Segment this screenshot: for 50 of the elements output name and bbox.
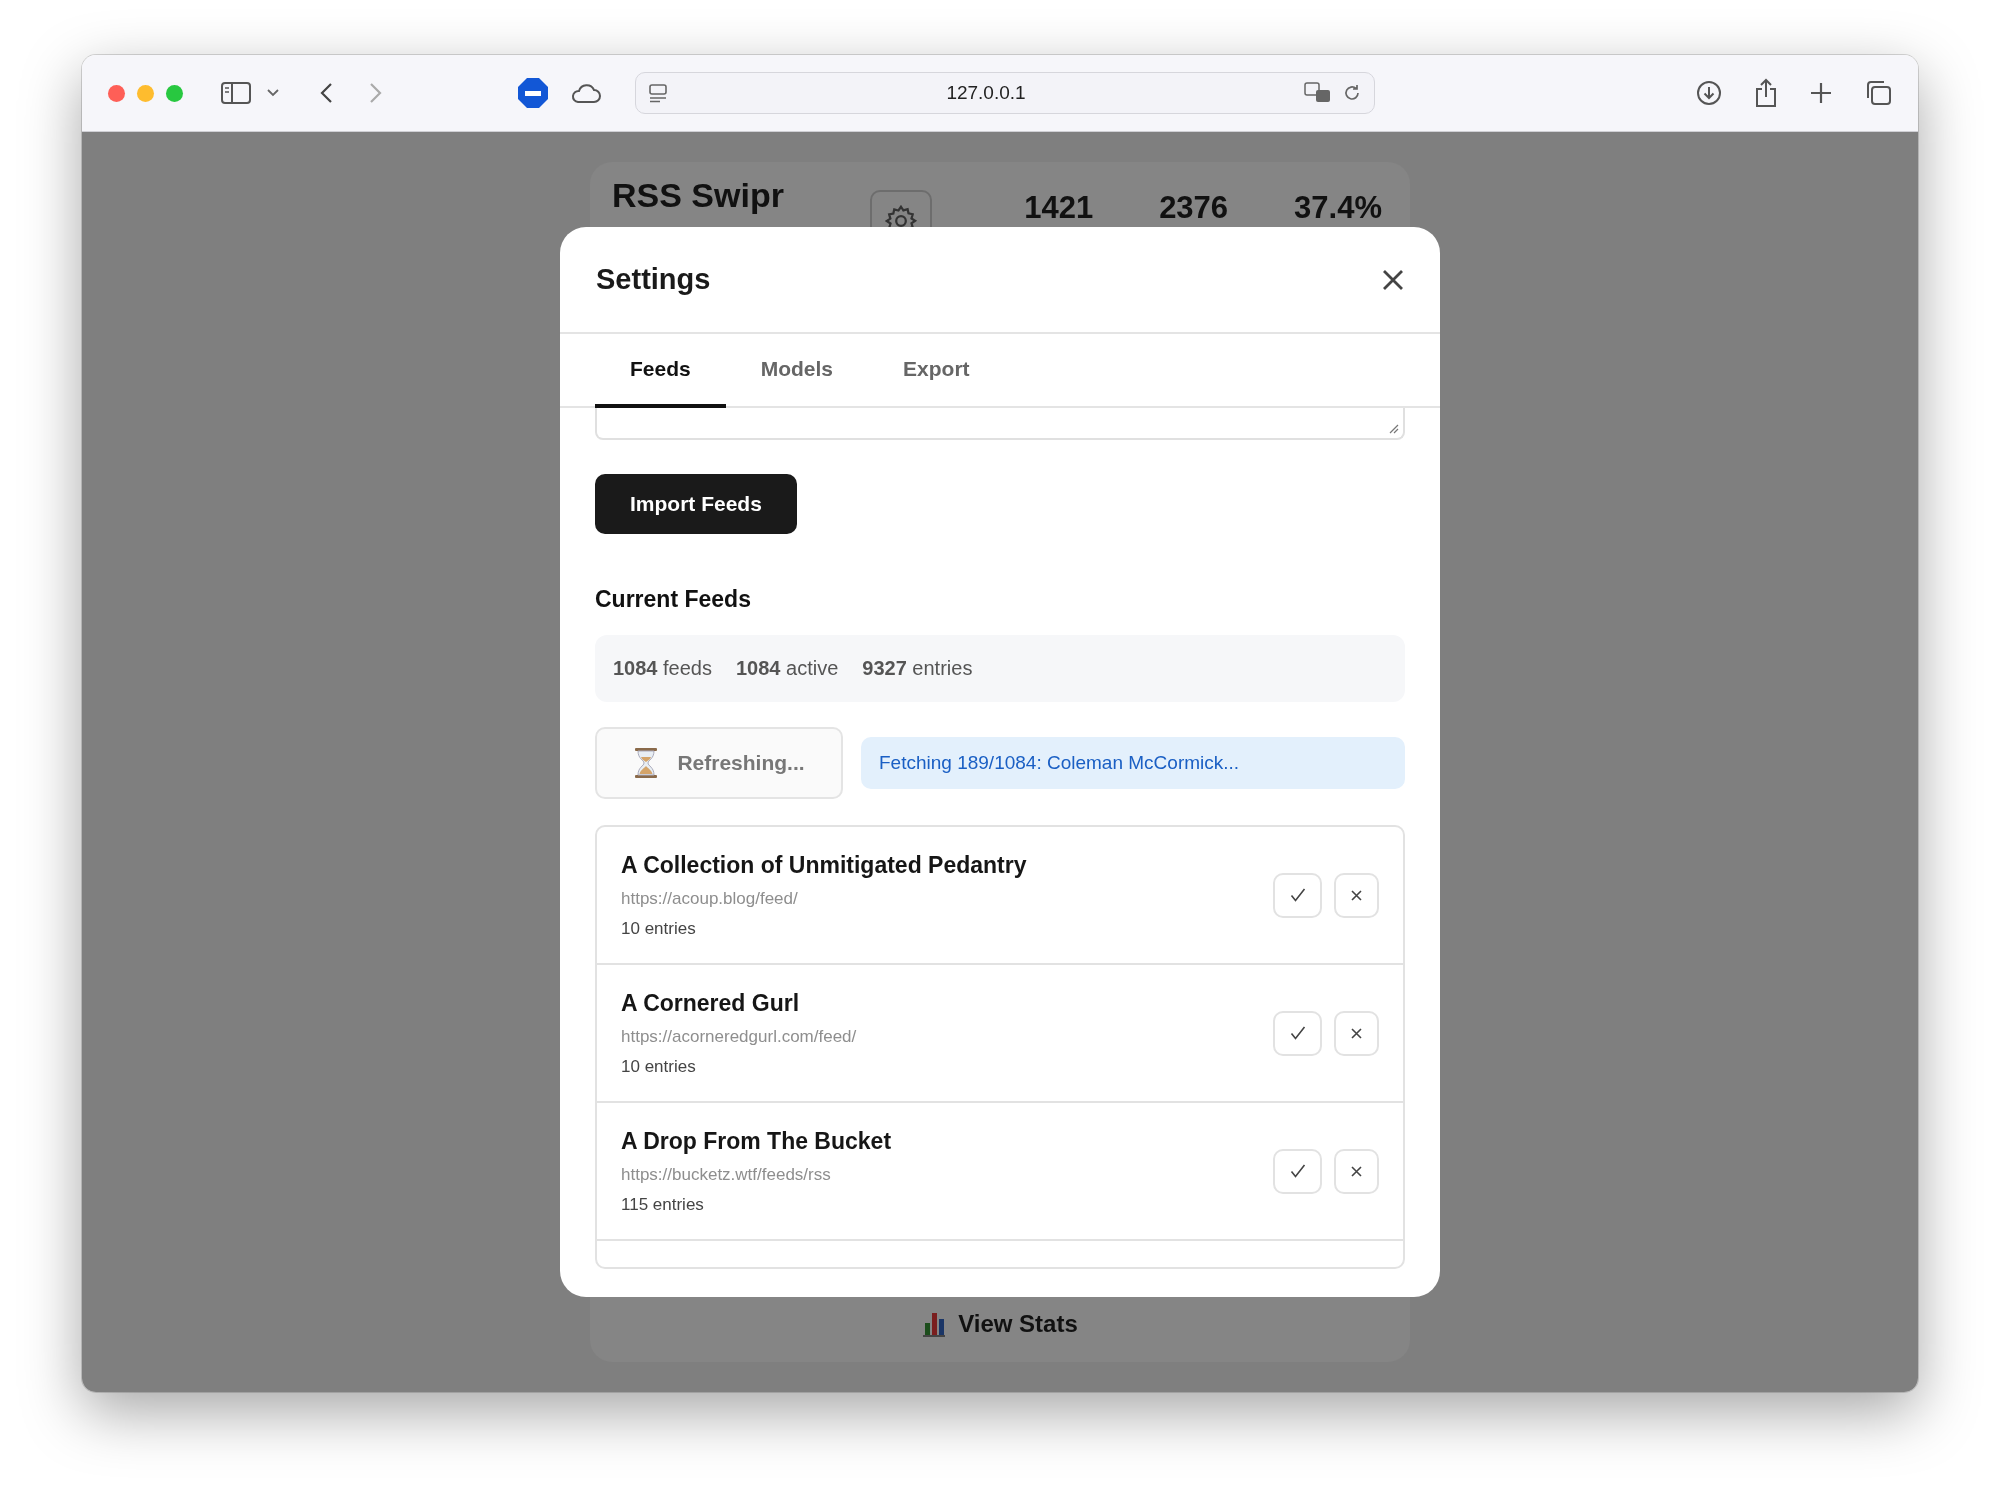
back-icon[interactable] — [319, 82, 333, 104]
feed-title: A Collection of Unmitigated Pedantry — [621, 851, 1028, 879]
close-icon — [1351, 889, 1362, 901]
entry-count: 10 entries — [621, 918, 697, 939]
checkmark-icon — [1289, 1026, 1306, 1040]
bar-chart-icon — [922, 1311, 947, 1337]
page-icon — [648, 83, 668, 103]
app-title: RSS Swipr — [612, 178, 785, 214]
close-window-button[interactable] — [108, 84, 125, 102]
summary-stat: 1084 active — [736, 657, 839, 680]
status-message: Fetching 189/1084: Coleman McCormick... — [861, 737, 1405, 789]
resize-grip-icon[interactable] — [1387, 422, 1399, 434]
chevron-down-icon[interactable] — [267, 89, 279, 97]
reload-icon[interactable] — [1342, 83, 1362, 103]
close-icon — [1351, 1165, 1362, 1177]
tab[interactable]: Models — [725, 334, 869, 408]
address-text: 127.0.0.1 — [945, 82, 1027, 104]
close-icon — [1351, 1027, 1362, 1039]
summary-stat: 1084 feeds — [613, 657, 712, 680]
import-feeds-button[interactable]: Import Feeds — [595, 474, 797, 534]
stat-value: 2376 — [1159, 190, 1229, 226]
summary-stat: 9327 entries — [862, 657, 973, 680]
checkmark-icon — [1289, 888, 1306, 902]
dialog-title: Settings — [596, 263, 711, 296]
remove-button[interactable] — [1334, 1010, 1379, 1056]
new-tab-icon[interactable] — [1810, 82, 1832, 104]
feed-title: A Cornered Gurl — [621, 989, 801, 1017]
remove-button[interactable] — [1334, 872, 1379, 918]
hourglass-icon — [633, 747, 660, 779]
feed-url: https://acorneredgurl.com/feed/ — [621, 1026, 858, 1047]
checkmark-icon — [1289, 1164, 1306, 1178]
view-stats-link[interactable]: View Stats — [922, 1310, 1078, 1338]
sidebar-icon[interactable] — [221, 82, 251, 104]
download-icon[interactable] — [1696, 80, 1722, 106]
entry-count: 115 entries — [621, 1194, 705, 1215]
feed-url: https://bucketz.wtf/feeds/rss — [621, 1164, 832, 1185]
address-bar[interactable]: 127.0.0.1 — [635, 72, 1375, 114]
remove-button[interactable] — [1334, 1148, 1379, 1194]
entry-count: 10 entries — [621, 1056, 697, 1077]
tabs-overview-icon[interactable] — [1864, 80, 1892, 106]
cloud-icon[interactable] — [571, 82, 601, 104]
stat-value: 37.4% — [1294, 190, 1382, 226]
share-icon[interactable] — [1754, 78, 1778, 108]
feed-title: A Drop From The Bucket — [621, 1127, 893, 1155]
feed-url: https://acoup.blog/feed/ — [621, 888, 799, 909]
section-heading: Current Feeds — [595, 586, 752, 613]
tab[interactable]: Export — [868, 334, 1005, 408]
tab[interactable]: Feeds — [595, 334, 726, 408]
close-icon[interactable] — [1382, 268, 1404, 291]
stat-value: 1421 — [1024, 190, 1094, 226]
